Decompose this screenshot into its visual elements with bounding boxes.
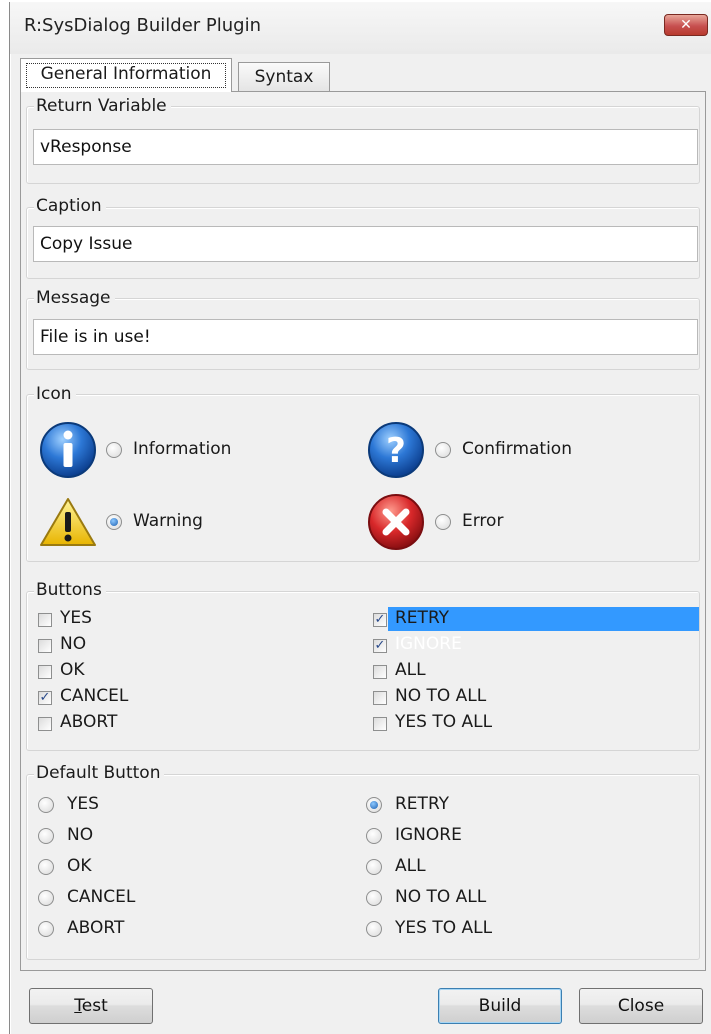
checkbox-all-label: ALL [395,660,426,680]
radio-information[interactable] [106,442,122,458]
default-ignore-label: IGNORE [395,825,462,845]
default-cancel-label: CANCEL [67,887,136,907]
default-radio-no-to-all[interactable] [366,890,382,906]
checkbox-no-to-all-label: NO TO ALL [395,686,487,706]
default-radio-yes[interactable] [38,797,54,813]
window-title: R:SysDialog Builder Plugin [24,15,262,36]
checkbox-no-to-all[interactable] [373,691,387,705]
close-button-label: Close [617,996,665,1016]
default-button-group-label: Default Button [34,763,165,783]
test-button-label: est [81,996,108,1016]
tab-focus-rect [26,63,226,88]
checkbox-no-label: NO [60,634,87,654]
tab-general-information[interactable]: General Information [20,58,232,92]
checkbox-ok-label: OK [60,660,85,680]
default-abort-label: ABORT [67,918,125,938]
default-ok-label: OK [67,856,92,876]
default-radio-yes-to-all[interactable] [366,921,382,937]
default-all-label: ALL [395,856,426,876]
checkbox-ignore-label: IGNORE [395,634,462,654]
close-window-button[interactable]: ✕ [664,14,708,36]
default-radio-abort[interactable] [38,921,54,937]
default-radio-ok[interactable] [38,859,54,875]
return-variable-label: Return Variable [34,96,171,116]
svg-text:?: ? [386,431,406,471]
close-button[interactable]: Close [579,988,703,1024]
default-radio-all[interactable] [366,859,382,875]
option-confirmation-label: Confirmation [462,439,572,459]
checkbox-abort-label: ABORT [60,712,118,732]
icon-group [26,394,700,562]
checkbox-cancel-label: CANCEL [60,686,129,706]
default-radio-ignore[interactable] [366,828,382,844]
buttons-group-label: Buttons [34,580,106,600]
option-information-label: Information [133,439,232,459]
close-icon: ✕ [680,17,692,33]
icon-group-label: Icon [34,384,76,404]
checkbox-yes[interactable] [38,613,52,627]
caption-label: Caption [34,196,106,216]
default-radio-retry[interactable] [366,797,382,813]
build-button-label: Build [478,996,522,1016]
option-error-label: Error [462,511,504,531]
option-warning-label: Warning [133,511,203,531]
test-button-mnemonic: T [74,996,82,1016]
checkbox-yes-to-all[interactable] [373,717,387,731]
error-icon [368,494,424,550]
checkbox-yes-to-all-label: YES TO ALL [395,712,493,732]
default-radio-cancel[interactable] [38,890,54,906]
default-no-to-all-label: NO TO ALL [395,887,487,907]
default-yes-to-all-label: YES TO ALL [395,918,493,938]
title-bar[interactable]: R:SysDialog Builder Plugin ✕ [10,2,711,54]
message-label: Message [34,288,115,308]
radio-warning[interactable] [106,514,122,530]
warning-icon [40,498,96,546]
default-button-group [26,774,700,960]
radio-error[interactable] [435,514,451,530]
tab-syntax-label: Syntax [254,67,314,87]
message-input[interactable]: File is in use! [33,319,698,355]
build-button[interactable]: Build [438,988,562,1024]
default-retry-label: RETRY [395,794,450,814]
default-yes-label: YES [67,794,99,814]
radio-confirmation[interactable] [435,442,451,458]
checkbox-all[interactable] [373,665,387,679]
default-radio-no[interactable] [38,828,54,844]
checkbox-ok[interactable] [38,665,52,679]
checkbox-abort[interactable] [38,717,52,731]
dialog-window: R:SysDialog Builder Plugin ✕ General Inf… [9,2,711,1034]
checkbox-no[interactable] [38,639,52,653]
tab-syntax[interactable]: Syntax [238,62,330,92]
information-icon [40,422,96,478]
question-icon: ? [368,422,424,478]
checkbox-retry-label: RETRY [395,608,450,628]
checkbox-ignore[interactable]: ✓ [373,639,387,653]
caption-input[interactable]: Copy Issue [33,226,698,262]
checkbox-yes-label: YES [60,608,92,628]
checkbox-retry[interactable]: ✓ [373,613,387,627]
test-button[interactable]: Test [29,988,153,1024]
return-variable-input[interactable]: vResponse [33,129,698,165]
default-no-label: NO [67,825,94,845]
checkbox-cancel[interactable]: ✓ [38,691,52,705]
